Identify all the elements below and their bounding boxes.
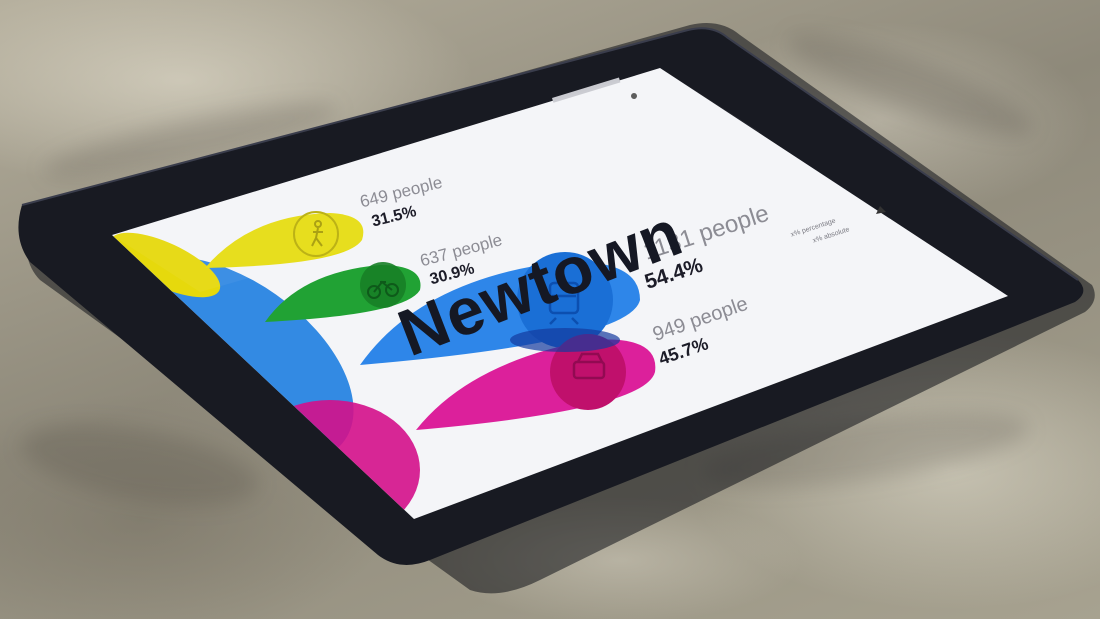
- tablet: 649 people 31.5% 637 people 30.9% 1131 p…: [0, 0, 1100, 619]
- overlap-area: [510, 328, 620, 352]
